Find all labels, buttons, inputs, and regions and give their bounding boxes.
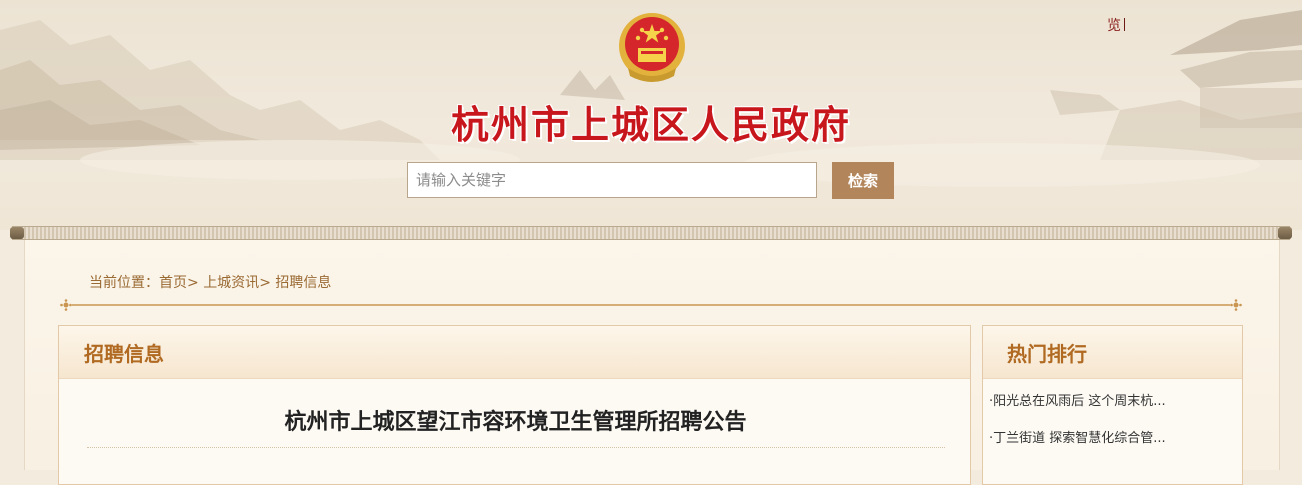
breadcrumb: 当前位置：首页> 上城资讯> 招聘信息 — [89, 272, 331, 292]
article-title: 杭州市上城区望江市容环境卫生管理所招聘公告 — [284, 410, 747, 435]
section-title: 招聘信息 — [84, 342, 164, 366]
site-title: 杭州市上城区人民政府 — [450, 102, 851, 147]
breadcrumb-separator: > — [259, 275, 271, 291]
ornamental-divider — [60, 299, 1242, 311]
link-separator — [1124, 18, 1125, 31]
site-header: 览 杭州市上城区人民政府 检索 — [0, 0, 1302, 230]
hot-list: ·阳光总在风雨后 这个周末杭... ·丁兰街道 探索智慧化综合管... — [989, 392, 1166, 466]
scroll-end-right — [1278, 227, 1292, 239]
hot-list-item[interactable]: ·丁兰街道 探索智慧化综合管... — [989, 429, 1166, 466]
breadcrumb-separator: > — [187, 275, 199, 291]
article-divider — [87, 447, 945, 448]
hot-ranking-panel: 热门排行 ·阳光总在风雨后 这个周末杭... ·丁兰街道 探索智慧化综合管... — [982, 325, 1243, 485]
hot-list-item[interactable]: ·阳光总在风雨后 这个周末杭... — [989, 392, 1166, 429]
panel-header: 招聘信息 — [59, 326, 970, 379]
search-input[interactable] — [407, 162, 817, 198]
breadcrumb-item-recruitment[interactable]: 招聘信息 — [275, 275, 331, 291]
scroll-decoration-bar — [12, 226, 1290, 240]
recruitment-panel: 招聘信息 杭州市上城区望江市容环境卫生管理所招聘公告 — [58, 325, 971, 485]
top-link-label: 览 — [1107, 18, 1121, 34]
national-emblem-icon — [619, 13, 685, 82]
breadcrumb-prefix: 当前位置： — [89, 275, 159, 291]
breadcrumb-item-news[interactable]: 上城资讯 — [203, 275, 259, 291]
section-title: 热门排行 — [1007, 342, 1087, 366]
search-button[interactable]: 检索 — [832, 162, 894, 199]
panel-header: 热门排行 — [983, 326, 1242, 379]
breadcrumb-item-home[interactable]: 首页 — [159, 275, 187, 291]
scroll-end-left — [10, 227, 24, 239]
top-link-browse[interactable]: 览 — [1107, 15, 1125, 35]
